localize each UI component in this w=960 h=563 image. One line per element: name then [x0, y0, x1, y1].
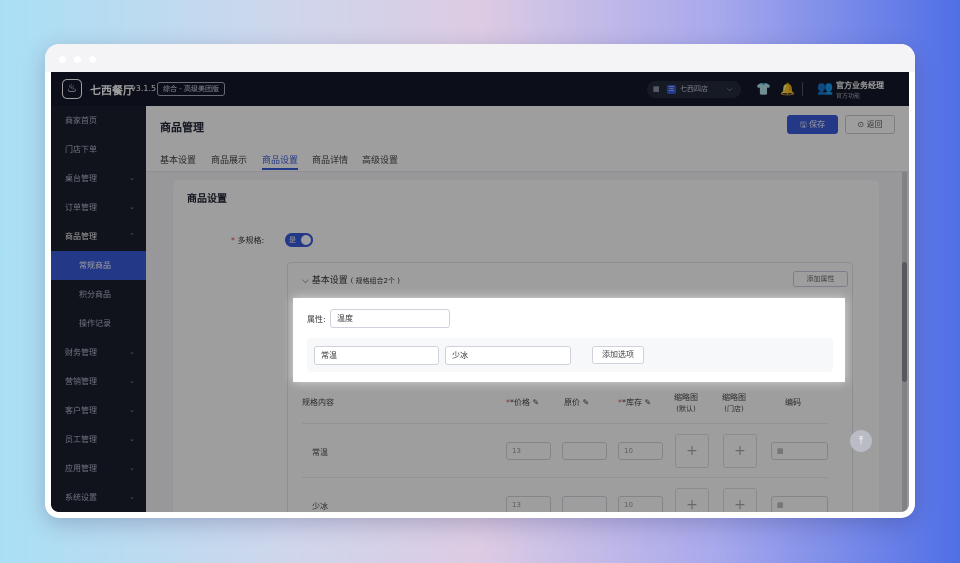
attribute-name-input[interactable]: 温度: [330, 309, 450, 328]
window-dot-maximize[interactable]: [89, 56, 96, 63]
attribute-label: 属性:: [307, 315, 326, 324]
option-input[interactable]: 少冰: [445, 346, 571, 365]
window-dot-minimize[interactable]: [74, 56, 81, 63]
window-chrome: [45, 44, 915, 72]
back-to-top-button[interactable]: ⤒: [850, 430, 872, 452]
arrow-up-icon: ⤒: [858, 434, 864, 447]
app-screen: ♨ 七西餐厅 v3.1.5 综合 - 高级美团版 ▦ 三 七西四店 ⌵ 👕 🔔 …: [51, 72, 909, 512]
option-input[interactable]: 常温: [314, 346, 439, 365]
app-window: ♨ 七西餐厅 v3.1.5 综合 - 高级美团版 ▦ 三 七西四店 ⌵ 👕 🔔 …: [45, 44, 915, 518]
attribute-highlight: 属性: 温度 常温 少冰 添加选项: [293, 298, 845, 382]
window-dot-close[interactable]: [59, 56, 66, 63]
option-list: 常温 少冰 添加选项: [307, 338, 833, 372]
add-option-button[interactable]: 添加选项: [592, 346, 644, 364]
dim-overlay: [51, 72, 909, 512]
